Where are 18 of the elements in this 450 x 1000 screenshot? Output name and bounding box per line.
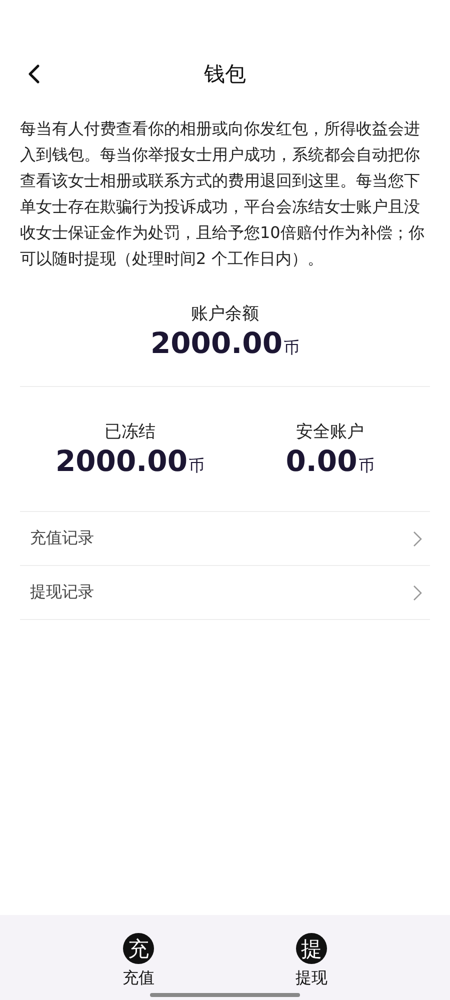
chevron-icon <box>413 530 422 546</box>
record-row[interactable]: 充值记录 <box>20 512 430 566</box>
action-icon: 充 <box>123 933 154 964</box>
chevron-icon <box>413 584 422 600</box>
balance-amount: 2000.00币 <box>150 325 300 362</box>
back-button[interactable] <box>26 62 42 86</box>
action-icon: 提 <box>296 933 327 964</box>
action-button[interactable]: 提 提现 <box>290 915 334 1000</box>
stat-amount: 0.00币 <box>286 443 374 480</box>
record-row[interactable]: 提现记录 <box>20 566 430 620</box>
wallet-description: 每当有人付费查看你的相册或向你发红包，所得收益会进入到钱包。每当你举报女士用户成功，系统都会自动把你查看该女士相册或联系方式的费用退回到这里。每当您下单女士存在欺骗行为投诉成功，平台会冻结女士账户且没收女士保证金作为处罚，且给予您10倍赔付作为补偿；你可以随时提现（处理时间2 个工作日内）。 <box>20 118 426 270</box>
back-icon <box>28 64 40 84</box>
action-button[interactable]: 充 充值 <box>116 915 160 1000</box>
stat-amount: 2000.00币 <box>55 443 205 480</box>
stat-label: 安全账户 <box>296 421 364 443</box>
stat-label: 已冻结 <box>104 421 156 443</box>
balance-label: 账户余额 <box>191 303 259 325</box>
page-title: 钱包 <box>204 61 246 88</box>
